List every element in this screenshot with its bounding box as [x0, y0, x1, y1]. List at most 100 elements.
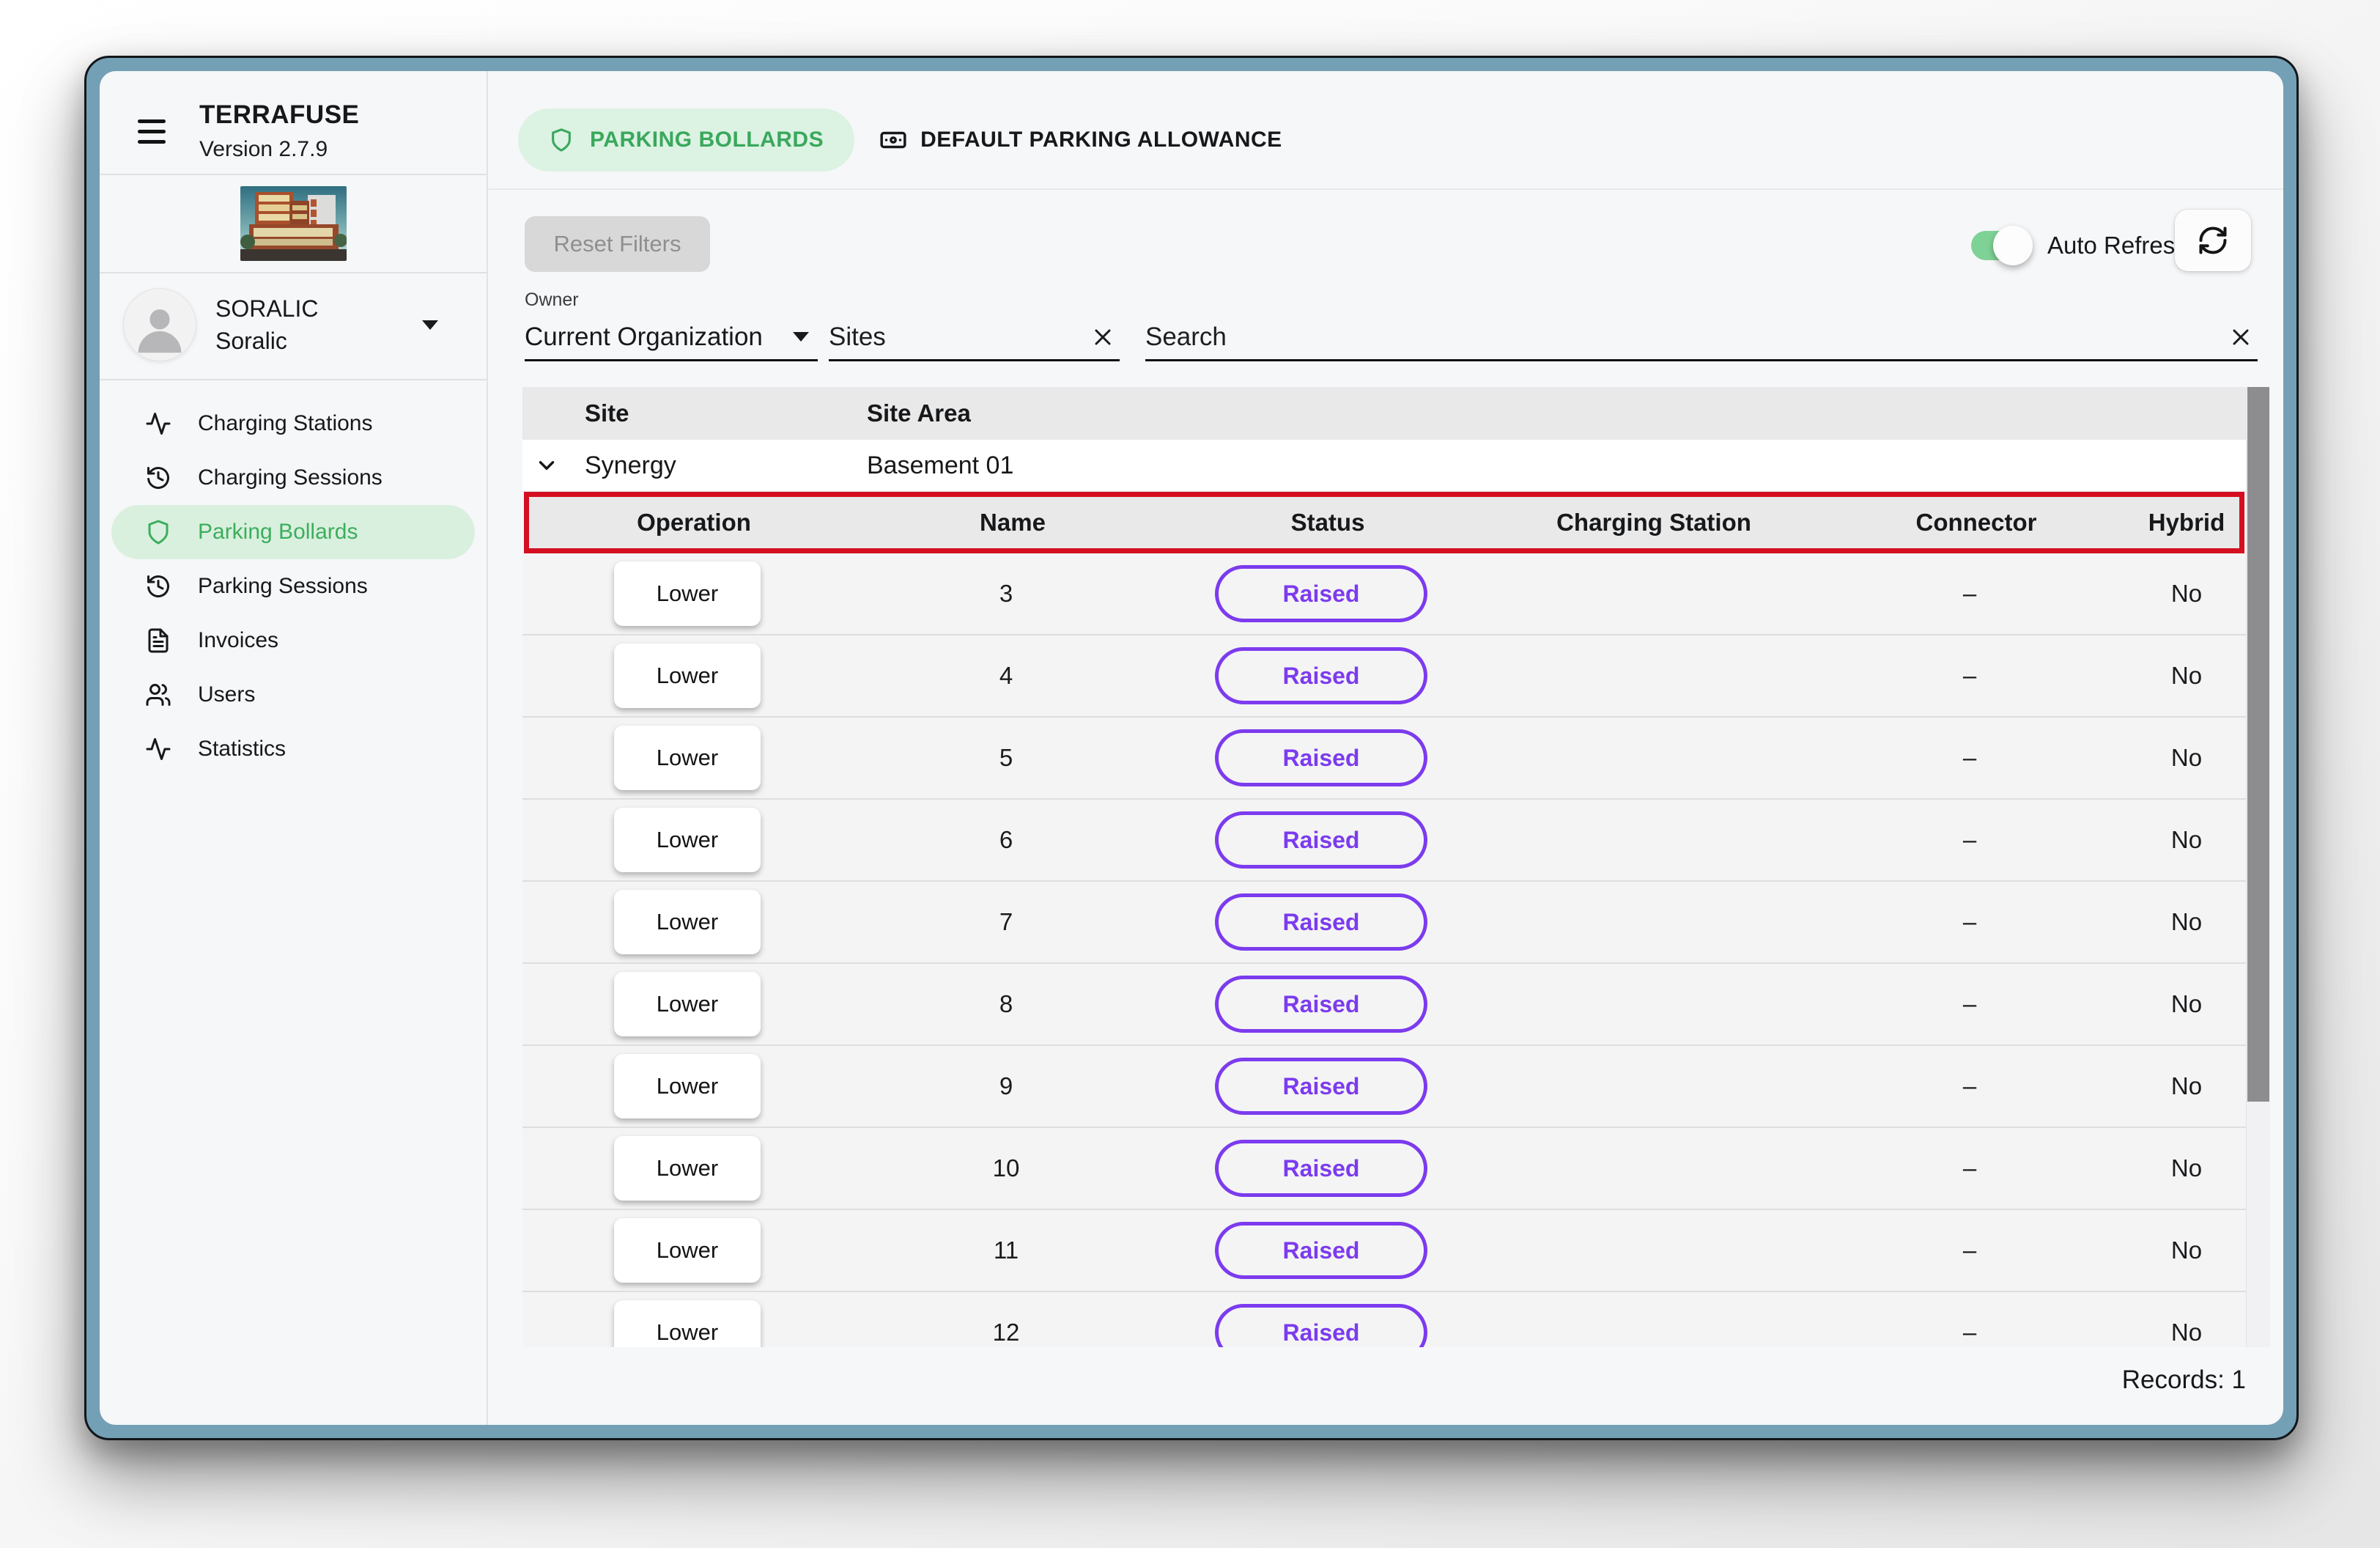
main-content: PARKING BOLLARDS DEFAULT PARKING ALLOWAN…: [488, 71, 2283, 1425]
invoice-icon: [145, 627, 171, 654]
connector-cell: –: [1812, 662, 2127, 690]
user-name: Soralic: [215, 325, 318, 357]
hybrid-cell: No: [2127, 580, 2246, 608]
hybrid-cell: No: [2127, 1154, 2246, 1182]
bollards-table: Site Site Area Synergy Basement 01 Opera…: [522, 387, 2270, 1347]
hybrid-cell: No: [2127, 744, 2246, 772]
sidebar-item-charging-sessions[interactable]: Charging Sessions: [111, 451, 475, 505]
status-badge: Raised: [1215, 1058, 1427, 1115]
hybrid-cell: No: [2127, 908, 2246, 936]
site-group-row[interactable]: Synergy Basement 01: [522, 440, 2246, 492]
owner-select-value: Current Organization: [525, 322, 763, 352]
search-input[interactable]: [1145, 322, 2224, 352]
column-hybrid: Hybrid: [2134, 509, 2239, 537]
caret-down-icon: [793, 332, 809, 342]
table-row: Lower 12 Raised – No: [522, 1292, 2246, 1347]
app-window: TERRAFUSE Version 2.7.9: [84, 56, 2299, 1440]
bollard-name-cell: 10: [852, 1154, 1160, 1182]
tab-label: PARKING BOLLARDS: [590, 128, 824, 152]
auto-refresh-toggle[interactable]: [1971, 231, 2027, 260]
status-badge: Raised: [1215, 1222, 1427, 1279]
vertical-scrollbar[interactable]: [2246, 387, 2270, 1347]
column-charging-station: Charging Station: [1489, 509, 1819, 537]
sidebar-nav: Charging Stations Charging Sessions Park…: [100, 380, 487, 792]
status-badge: Raised: [1215, 976, 1427, 1033]
close-icon: [1090, 324, 1116, 350]
lower-button[interactable]: Lower: [614, 644, 761, 708]
status-badge: Raised: [1215, 1140, 1427, 1197]
table-content: Site Site Area Synergy Basement 01 Opera…: [522, 387, 2246, 1347]
owner-select[interactable]: Current Organization: [525, 314, 818, 361]
sidebar-item-label: Parking Bollards: [198, 520, 358, 545]
connector-cell: –: [1812, 908, 2127, 936]
bollard-name-cell: 8: [852, 990, 1160, 1018]
lower-button[interactable]: Lower: [614, 1054, 761, 1118]
sidebar-item-users[interactable]: Users: [111, 668, 475, 722]
sites-clear-button[interactable]: [1086, 320, 1120, 354]
hamburger-menu-icon[interactable]: [138, 119, 166, 144]
tab-label: DEFAULT PARKING ALLOWANCE: [920, 128, 1282, 152]
owner-label: Owner: [525, 290, 579, 311]
lower-button[interactable]: Lower: [614, 972, 761, 1036]
lower-button[interactable]: Lower: [614, 1218, 761, 1283]
sidebar-item-parking-sessions[interactable]: Parking Sessions: [111, 559, 475, 613]
shield-icon: [549, 128, 574, 152]
hybrid-cell: No: [2127, 1072, 2246, 1100]
hybrid-cell: No: [2127, 1319, 2246, 1346]
close-icon: [2228, 324, 2254, 350]
table-row: Lower 5 Raised – No: [522, 718, 2246, 800]
hybrid-cell: No: [2127, 662, 2246, 690]
refresh-button[interactable]: [2175, 210, 2251, 271]
column-status: Status: [1167, 509, 1489, 537]
sidebar-item-label: Invoices: [198, 628, 278, 653]
lower-button[interactable]: Lower: [614, 561, 761, 626]
status-badge: Raised: [1215, 565, 1427, 622]
sidebar-item-label: Statistics: [198, 737, 286, 762]
search-clear-button[interactable]: [2224, 320, 2258, 354]
reset-filters-button[interactable]: Reset Filters: [525, 216, 710, 272]
avatar: [123, 288, 196, 361]
bollard-name-cell: 4: [852, 662, 1160, 690]
app-title: TERRAFUSE: [199, 100, 359, 130]
lower-button[interactable]: Lower: [614, 1136, 761, 1201]
app-version: Version 2.7.9: [199, 137, 359, 162]
bollard-name-cell: 6: [852, 826, 1160, 854]
lower-button[interactable]: Lower: [614, 808, 761, 872]
sidebar-item-parking-bollards[interactable]: Parking Bollards: [111, 505, 475, 559]
history-icon: [145, 573, 171, 600]
bollard-name-cell: 9: [852, 1072, 1160, 1100]
account-switcher[interactable]: SORALIC Soralic: [100, 273, 487, 379]
sidebar-item-label: Charging Stations: [198, 411, 372, 436]
lower-button[interactable]: Lower: [614, 726, 761, 790]
tab-default-parking-allowance[interactable]: DEFAULT PARKING ALLOWANCE: [873, 126, 1288, 154]
bollard-name-cell: 7: [852, 908, 1160, 936]
toggle-knob: [1993, 226, 2033, 265]
bollard-name-cell: 3: [852, 580, 1160, 608]
sidebar: TERRAFUSE Version 2.7.9: [100, 71, 488, 1425]
lower-button[interactable]: Lower: [614, 1300, 761, 1347]
sidebar-item-statistics[interactable]: Statistics: [111, 722, 475, 776]
table-row: Lower 7 Raised – No: [522, 882, 2246, 964]
expand-chevron-icon[interactable]: [534, 453, 559, 478]
scrollbar-thumb[interactable]: [2247, 387, 2269, 1102]
lower-button[interactable]: Lower: [614, 890, 761, 954]
connector-cell: –: [1812, 744, 2127, 772]
sites-input[interactable]: [829, 322, 1086, 352]
status-badge: Raised: [1215, 647, 1427, 704]
table-row: Lower 6 Raised – No: [522, 800, 2246, 882]
app-surface: TERRAFUSE Version 2.7.9: [100, 71, 2283, 1425]
activity-icon: [145, 736, 171, 762]
shield-icon: [145, 519, 171, 545]
column-connector: Connector: [1819, 509, 2134, 537]
connector-cell: –: [1812, 580, 2127, 608]
table-row: Lower 9 Raised – No: [522, 1046, 2246, 1128]
sidebar-header: TERRAFUSE Version 2.7.9: [100, 71, 487, 162]
sidebar-item-invoices[interactable]: Invoices: [111, 613, 475, 668]
history-icon: [145, 465, 171, 491]
connector-cell: –: [1812, 1154, 2127, 1182]
sidebar-item-charging-stations[interactable]: Charging Stations: [111, 397, 475, 451]
search-field: [1145, 314, 2258, 361]
column-operation: Operation: [529, 509, 859, 537]
tab-parking-bollards[interactable]: PARKING BOLLARDS: [518, 108, 854, 172]
tab-bar: PARKING BOLLARDS DEFAULT PARKING ALLOWAN…: [518, 108, 1288, 172]
